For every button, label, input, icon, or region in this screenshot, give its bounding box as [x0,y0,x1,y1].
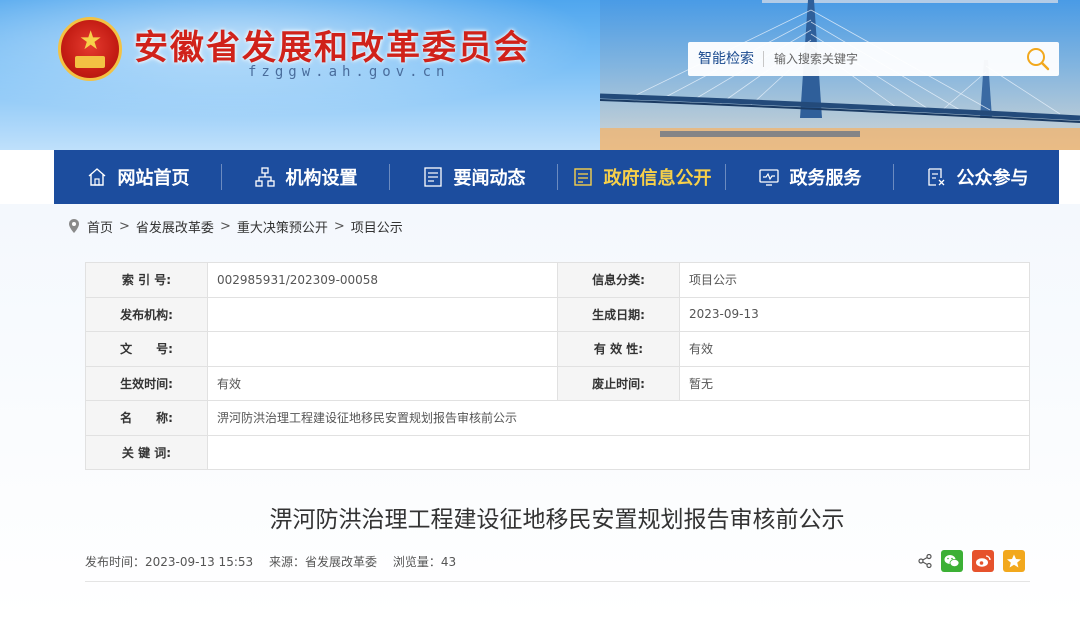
breadcrumb-home[interactable]: 首页 [87,217,113,236]
meta-value-expire: 暂无 [679,365,1030,401]
nav-item-news[interactable]: 要闻动态 [390,150,557,204]
star-icon [1007,554,1021,568]
wechat-icon [944,555,960,567]
table-row: 文 号: 有 效 性: 有效 [85,331,1030,367]
nav-item-public-participation[interactable]: 公众参与 [894,150,1059,204]
table-row: 名 称: 淠河防洪治理工程建设征地移民安置规划报告审核前公示 [85,400,1030,436]
location-pin-icon [69,219,79,233]
meta-value-docno [207,331,558,367]
breadcrumb-separator: > [219,218,231,234]
nav-item-services[interactable]: 政务服务 [726,150,893,204]
nav-label: 机构设置 [285,168,358,189]
meta-value-created: 2023-09-13 [679,296,1030,332]
header-banner: ★ 安徽省发展和改革委员会 fzggw.ah.gov.cn 智能检索 [0,0,1080,150]
nav-label: 政府信息公开 [603,168,712,189]
nav-item-home[interactable]: 网站首页 [54,150,221,204]
meta-key: 名 称: [85,400,208,436]
meta-value-keywords [207,434,1030,470]
nav-label: 政务服务 [789,168,862,189]
feedback-icon [927,168,944,186]
wechat-share-button[interactable] [941,550,963,572]
table-row: 生效时间: 有效 废止时间: 暂无 [85,365,1030,401]
main-nav: 网站首页 机构设置 要闻动态 政府信息公开 政务服务 公众参与 [54,150,1059,204]
search-icon[interactable] [1025,46,1051,72]
document-metadata-table: 索 引 号: 002985931/202309-00058 信息分类: 项目公示… [85,262,1030,470]
home-icon [88,168,105,186]
org-chart-icon [254,167,275,187]
info-disclosure-icon [573,168,592,186]
search-input[interactable] [774,52,1014,66]
breadcrumb-pre-disclosure[interactable]: 重大决策预公开 [237,217,328,236]
article-source: 来源：省发展改革委 [268,555,377,569]
publish-time: 发布时间：2023-09-13 15:53 [85,555,254,569]
breadcrumb: 首页 > 省发展改革委 > 重大决策预公开 > 项目公示 [68,216,403,236]
site-title[interactable]: 安徽省发展和改革委员会 [134,20,530,69]
news-icon [423,167,442,187]
table-row: 索 引 号: 002985931/202309-00058 信息分类: 项目公示 [85,262,1030,298]
search-box: 智能检索 [688,42,1059,76]
nav-item-info-disclosure[interactable]: 政府信息公开 [558,150,725,204]
breadcrumb-separator: > [119,218,130,234]
favorite-button[interactable] [1003,550,1025,572]
meta-key: 索 引 号: [85,262,208,298]
divider [85,581,1030,582]
meta-key: 文 号: [85,331,208,367]
weibo-share-button[interactable] [972,550,994,572]
table-row: 发布机构: 生成日期: 2023-09-13 [85,296,1030,332]
nav-label: 公众参与 [956,168,1029,189]
meta-key: 信息分类: [557,262,680,298]
article-meta: 发布时间：2023-09-13 15:53 来源：省发展改革委 浏览量：43 [85,553,468,570]
meta-value-validity: 有效 [679,331,1030,367]
share-bar [918,550,1025,572]
meta-key: 有 效 性: [557,331,680,367]
meta-value-index: 002985931/202309-00058 [207,262,558,298]
meta-key: 生成日期: [557,296,680,332]
meta-key: 发布机构: [85,296,208,332]
nav-label: 要闻动态 [453,168,526,189]
nav-label: 网站首页 [117,168,190,189]
breadcrumb-separator: > [333,218,345,234]
table-row: 关 键 词: [85,434,1030,470]
meta-key: 关 键 词: [85,434,208,470]
share-icon[interactable] [918,554,932,568]
national-emblem-icon: ★ [58,17,122,81]
meta-value-effective: 有效 [207,365,558,401]
article-title: 淠河防洪治理工程建设征地移民安置规划报告审核前公示 [269,507,845,533]
breadcrumb-commission[interactable]: 省发展改革委 [136,217,214,236]
breadcrumb-project-notice[interactable]: 项目公示 [351,217,403,236]
monitor-icon [758,169,779,186]
meta-value-name: 淠河防洪治理工程建设征地移民安置规划报告审核前公示 [207,400,1030,436]
nav-item-organization[interactable]: 机构设置 [222,150,389,204]
weibo-icon [976,555,991,567]
meta-value-category: 项目公示 [679,262,1030,298]
site-domain: fzggw.ah.gov.cn [248,64,450,80]
meta-value-publisher [207,296,558,332]
smart-search-label[interactable]: 智能检索 [688,51,764,67]
view-count: 浏览量：43 [392,555,457,569]
meta-key: 生效时间: [85,365,208,401]
meta-key: 废止时间: [557,365,680,401]
